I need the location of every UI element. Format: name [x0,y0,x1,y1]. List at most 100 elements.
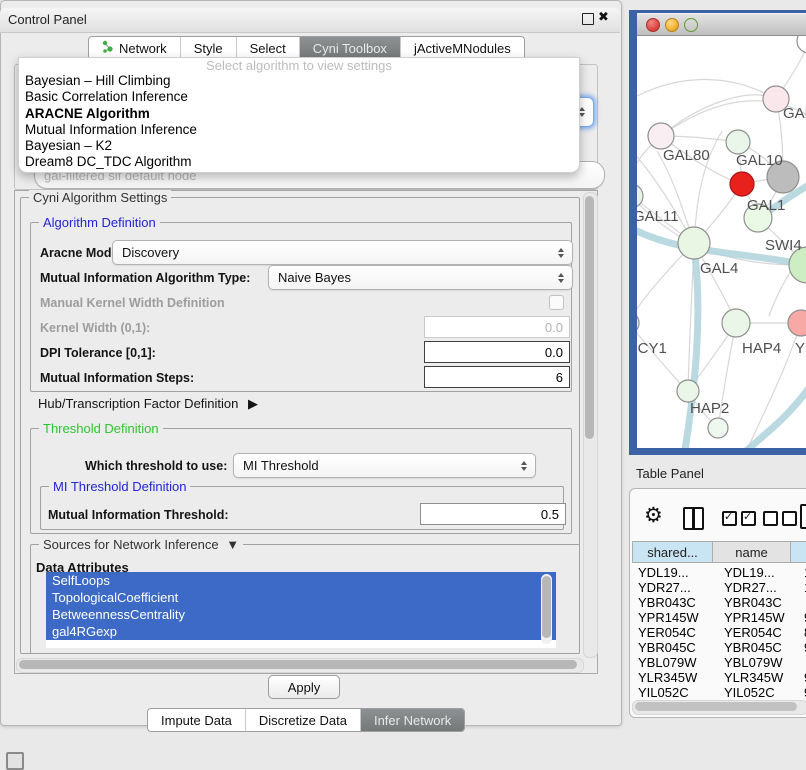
split-columns-icon[interactable] [683,507,704,530]
network-graph[interactable]: GALGAL80GAL10GAL1GAL11SWI4GAL4GCY1HAP4YH… [637,36,806,448]
attributes-list-scrollbar-thumb[interactable] [542,576,551,638]
tab-network[interactable]: Network [89,37,181,59]
tab-cyni-toolbox[interactable]: Cyni Toolbox [300,37,401,59]
network-edge[interactable] [637,323,688,391]
table-row[interactable]: YPR145WYPR145W9. [632,610,806,625]
kernel-width-field[interactable]: 0.0 [424,316,570,338]
dropdown-item[interactable]: Basic Correlation Inference [19,89,579,105]
attribute-list-item[interactable]: BetweennessCentrality [46,606,556,623]
tab-discretize-data[interactable]: Discretize Data [246,709,361,731]
tab-impute-data[interactable]: Impute Data [148,709,246,731]
algorithm-dropdown-items: Bayesian – Hill ClimbingBasic Correlatio… [19,73,579,171]
table-row[interactable]: YBR045CYBR045C9. [632,640,806,655]
gear-icon[interactable]: ⚙ [644,505,663,526]
table-horizontal-scrollbar[interactable] [632,700,806,715]
dropdown-item[interactable]: Bayesian – K2 [19,138,579,154]
data-attributes-list[interactable]: SelfLoopsTopologicalCoefficientBetweenne… [46,572,556,648]
table-row[interactable]: YDL19...YDL19...13 [632,565,806,580]
tab-select[interactable]: Select [237,37,300,59]
table-row[interactable]: YIL052CYIL052C9 [632,685,806,700]
table-cell: YBR043C [632,595,719,610]
which-threshold-combo[interactable]: MI Threshold [233,453,536,478]
mi-type-value: Naive Bayes [278,270,351,285]
network-node[interactable] [726,130,750,154]
table-cell: 13 [802,565,806,580]
table-horizontal-scrollbar-thumb[interactable] [635,702,797,711]
network-node[interactable] [788,310,806,336]
desktop: { "colors": { "selection_blue": "#3c6ac6… [0,0,806,762]
close-traffic-icon[interactable] [646,18,660,32]
table-row[interactable]: YER054CYER054C8. [632,625,806,640]
hub-definition-toggle[interactable]: Hub/Transcription Factor Definition ▶ [38,396,258,412]
attributes-list-scrollbar[interactable] [541,574,552,644]
table-cell: YBL079W [719,655,802,670]
column-header-3[interactable]: A [791,541,806,563]
network-node[interactable] [637,312,639,334]
attribute-list-item[interactable]: SelfLoops [46,572,556,589]
dropdown-item[interactable]: Mutual Information Inference [19,122,579,138]
tab-label: Infer Network [374,713,451,728]
float-window-icon[interactable] [582,13,594,25]
settings-vertical-scrollbar[interactable] [583,192,598,658]
network-node-label: GAL4 [700,260,738,277]
algorithm-dropdown-prompt: Select algorithm to view settings [19,58,579,73]
tab-label: Select [250,41,286,56]
manual-kernel-checkbox[interactable] [549,295,564,310]
network-node[interactable] [797,36,806,53]
dropdown-item[interactable]: ARACNE Algorithm [19,106,579,122]
network-canvas[interactable]: GALGAL80GAL10GAL1GAL11SWI4GAL4GCY1HAP4YH… [637,36,806,448]
apply-button[interactable]: Apply [268,675,340,699]
settings-horizontal-scrollbar-thumb[interactable] [19,660,577,669]
network-node[interactable] [648,123,674,149]
mi-threshold-field[interactable]: 0.5 [420,503,566,525]
document-icon[interactable] [800,504,806,529]
zoom-traffic-icon[interactable] [684,18,698,32]
network-node[interactable] [722,309,750,337]
control-panel-titlebar[interactable] [0,8,620,33]
network-edge[interactable] [685,246,698,448]
close-icon[interactable]: ✖ [598,9,609,25]
show-columns-icon[interactable] [722,511,756,526]
table-cell: YDR27... [719,580,802,595]
tab-style[interactable]: Style [181,37,237,59]
table-cell: 9. [802,670,806,685]
mi-type-combo[interactable]: Naive Bayes [268,265,573,290]
network-node[interactable] [677,380,699,402]
aracne-mode-combo[interactable]: Discovery [112,240,573,265]
tab-infer-network[interactable]: Infer Network [361,709,464,731]
network-edge[interactable] [745,388,806,448]
table-row[interactable]: YLR345WYLR345W9. [632,670,806,685]
network-edge[interactable] [637,79,776,99]
column-header-2[interactable]: name [713,541,791,563]
dropdown-item[interactable]: Bayesian – Hill Climbing [19,73,579,89]
tab-jactivemnodules[interactable]: jActiveMNodules [401,37,524,59]
table-header: shared...nameA [632,541,806,563]
sources-legend[interactable]: Sources for Network Inference ▼ [39,537,243,552]
settings-vertical-scrollbar-thumb[interactable] [585,196,594,439]
mi-steps-field[interactable]: 6 [424,366,570,388]
hide-columns-icon[interactable] [763,511,797,526]
table-row[interactable]: YBL079WYBL079W [632,655,806,670]
dpi-tolerance-field[interactable]: 0.0 [424,341,570,363]
minimize-traffic-icon[interactable] [665,18,679,32]
collapse-down-icon[interactable]: ▼ [226,537,239,552]
network-node[interactable] [708,418,728,438]
table-cell: YBR045C [632,640,719,655]
network-node[interactable] [730,172,754,196]
table-cell: YDL19... [719,565,802,580]
dropdown-item[interactable]: Dream8 DC_TDC Algorithm [19,154,579,170]
expand-right-icon[interactable]: ▶ [248,396,258,411]
mi-threshold-label: Mutual Information Threshold: [48,508,229,522]
table-cell: 9 [802,685,806,700]
attribute-list-item[interactable]: TopologicalCoefficient [46,589,556,606]
network-node[interactable] [678,227,710,259]
network-window-titlebar[interactable] [637,13,806,36]
attribute-list-item[interactable]: gal4RGexp [46,623,556,640]
table-row[interactable]: YBR043CYBR043C [632,595,806,610]
column-header-1[interactable]: shared... [632,541,713,563]
table-row[interactable]: YDR27...YDR27...12 [632,580,806,595]
table-cell: YDR27... [632,580,719,595]
which-threshold-value: MI Threshold [243,458,319,473]
settings-horizontal-scrollbar[interactable] [16,658,584,673]
minimized-panel-icon[interactable] [6,752,24,770]
